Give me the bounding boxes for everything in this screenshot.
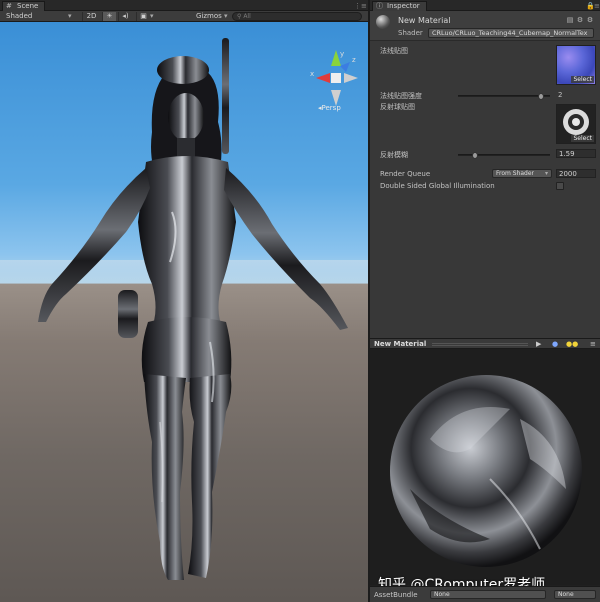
help-book-icon[interactable]: ▤ (566, 16, 574, 24)
render-queue-mode-dropdown[interactable]: From Shader ▾ (492, 169, 552, 178)
settings-icon[interactable]: ⚙ (576, 16, 584, 24)
asset-bundle-variant-dropdown[interactable]: None (554, 590, 596, 599)
reflection-blur-slider-thumb[interactable] (471, 152, 478, 159)
scene-panel: # Scene ⋮≡ Shaded ▾ 2D ☀ ◂) ▣ ▾ Gizmos ▾… (0, 0, 368, 602)
character-right-leg (188, 374, 232, 578)
shader-label: Shader (398, 29, 423, 37)
material-name: New Material (398, 16, 451, 25)
normal-map-select-button[interactable]: Select (571, 76, 594, 83)
double-sided-gi-label: Double Sided Global Illumination (380, 182, 495, 190)
light-toggle-icon[interactable]: ●● (566, 340, 578, 349)
gizmo-z-label: z (352, 56, 356, 64)
audio-toggle-icon[interactable]: ◂) (118, 12, 132, 21)
scene-viewport[interactable]: y x z ◂Persp (0, 22, 368, 602)
render-queue-label: Render Queue (380, 170, 431, 178)
projection-label-text: Persp (321, 104, 341, 112)
toggle-2d-button[interactable]: 2D (82, 12, 100, 21)
asset-bundle-name-dropdown[interactable]: None (430, 590, 546, 599)
normal-map-label: 法线贴图 (380, 47, 408, 55)
lighting-toggle-icon[interactable]: ☀ (102, 12, 116, 21)
tab-inspector-label: Inspector (387, 2, 420, 10)
preview-panel: New Material ▶ ● ●● ≡ 知乎 @CRomputer罗老师 A… (368, 338, 600, 602)
play-icon[interactable]: ▶ (536, 340, 541, 349)
scene-tab-icon: # (6, 2, 12, 10)
reflection-map-label: 反射球贴图 (380, 103, 415, 111)
scene-tab-bar: # Scene ⋮≡ (0, 0, 368, 11)
goggles (157, 56, 209, 84)
gizmos-label: Gizmos (196, 12, 222, 20)
shading-mode-dropdown[interactable]: Shaded ▾ (6, 12, 72, 21)
preview-header-bar[interactable]: New Material ▶ ● ●● ≡ (370, 338, 600, 349)
gizmos-arrow-icon: ▾ (224, 12, 228, 20)
material-sphere-icon (376, 15, 390, 29)
reflection-blur-slider[interactable] (458, 152, 550, 159)
render-queue-field[interactable]: 2000 (556, 169, 596, 178)
normal-strength-value[interactable]: 2 (558, 91, 562, 99)
render-queue-value: 2000 (559, 170, 577, 178)
normal-strength-label: 法线贴图强度 (380, 92, 422, 100)
preview-title: New Material (374, 340, 427, 348)
preview-menu-icon[interactable]: ≡ (590, 340, 596, 349)
sphere-mesh-icon[interactable]: ● (552, 340, 558, 349)
character-head (168, 93, 204, 141)
gizmo-x-cone (316, 73, 330, 83)
gizmo-z-cone (340, 62, 350, 72)
render-queue-dropdown-arrow-icon: ▾ (544, 170, 548, 177)
scene-search-placeholder: All (243, 13, 251, 20)
reflection-blur-field[interactable]: 1.59 (556, 149, 596, 158)
hip-pouch (118, 290, 138, 338)
character-hips (141, 317, 232, 382)
shader-value: CRLuo/CRLuo_Teaching44_Cubemap_NormalTex (432, 29, 588, 37)
asset-bundle-label: AssetBundle (374, 591, 418, 599)
reflection-map-select-button[interactable]: Select (571, 135, 594, 142)
reflection-blur-label: 反射模糊 (380, 151, 408, 159)
gizmo-center-cube[interactable] (331, 73, 341, 83)
character-right-arm (224, 168, 348, 330)
asset-bundle-name-value: None (434, 591, 450, 598)
gear-icon[interactable]: ⚙ (586, 16, 594, 24)
shading-dropdown-arrow-icon: ▾ (68, 12, 72, 20)
scene-toolbar: Shaded ▾ 2D ☀ ◂) ▣ ▾ Gizmos ▾ ⚲ All (0, 11, 368, 22)
reflection-cubemap-texture-slot[interactable]: Select (556, 104, 596, 144)
preview-drag-grip[interactable] (432, 343, 528, 346)
gizmo-y-label: y (340, 50, 344, 58)
cubemap-core (572, 118, 580, 126)
inspector-panel: ⓘ Inspector 🔒 ≡ New Material ▤ ⚙ ⚙ Shade… (368, 0, 600, 338)
search-icon: ⚲ (237, 13, 242, 20)
effects-toggle-icon[interactable]: ▣ (136, 12, 150, 21)
gizmo-x-label: x (310, 70, 314, 78)
shader-dropdown[interactable]: CRLuo/CRLuo_Teaching44_Cubemap_NormalTex (428, 28, 594, 38)
normal-strength-slider[interactable] (458, 93, 550, 100)
reflection-blur-value: 1.59 (559, 150, 575, 158)
projection-label[interactable]: ◂Persp (318, 104, 341, 112)
normal-map-texture-slot[interactable]: Select (556, 45, 596, 85)
scene-tab-menu-icon[interactable]: ⋮≡ (354, 2, 367, 10)
tab-inspector[interactable]: ⓘ Inspector (372, 1, 427, 11)
normal-strength-slider-thumb[interactable] (537, 93, 544, 100)
toggle-2d-label: 2D (86, 12, 97, 20)
tab-scene[interactable]: # Scene (2, 1, 46, 11)
render-queue-mode-value: From Shader (496, 170, 535, 177)
material-preview-sphere[interactable] (370, 349, 600, 585)
asset-bundle-variant-value: None (558, 591, 574, 598)
inspector-tab-menu-icon[interactable]: ≡ (594, 2, 600, 10)
scene-search-input[interactable]: ⚲ All (232, 12, 362, 21)
shading-mode-label: Shaded (6, 12, 33, 20)
double-sided-gi-checkbox[interactable] (556, 182, 564, 190)
material-header: New Material ▤ ⚙ ⚙ Shader CRLuo/CRLuo_Te… (370, 11, 600, 41)
character-torso (138, 156, 236, 332)
character-left-leg (144, 374, 186, 580)
asset-bundle-bar: AssetBundle None None (370, 586, 600, 602)
snorkel (222, 38, 229, 154)
tab-scene-label: Scene (17, 2, 39, 10)
effects-dropdown-arrow-icon[interactable]: ▾ (150, 12, 154, 21)
gizmo-neg-x-cone (344, 73, 358, 83)
gizmos-dropdown[interactable]: Gizmos ▾ (196, 12, 228, 21)
material-preview-viewport[interactable]: 知乎 @CRomputer罗老师 (370, 349, 600, 593)
info-icon: ⓘ (376, 2, 383, 10)
inspector-tab-bar: ⓘ Inspector 🔒 ≡ (370, 0, 600, 11)
